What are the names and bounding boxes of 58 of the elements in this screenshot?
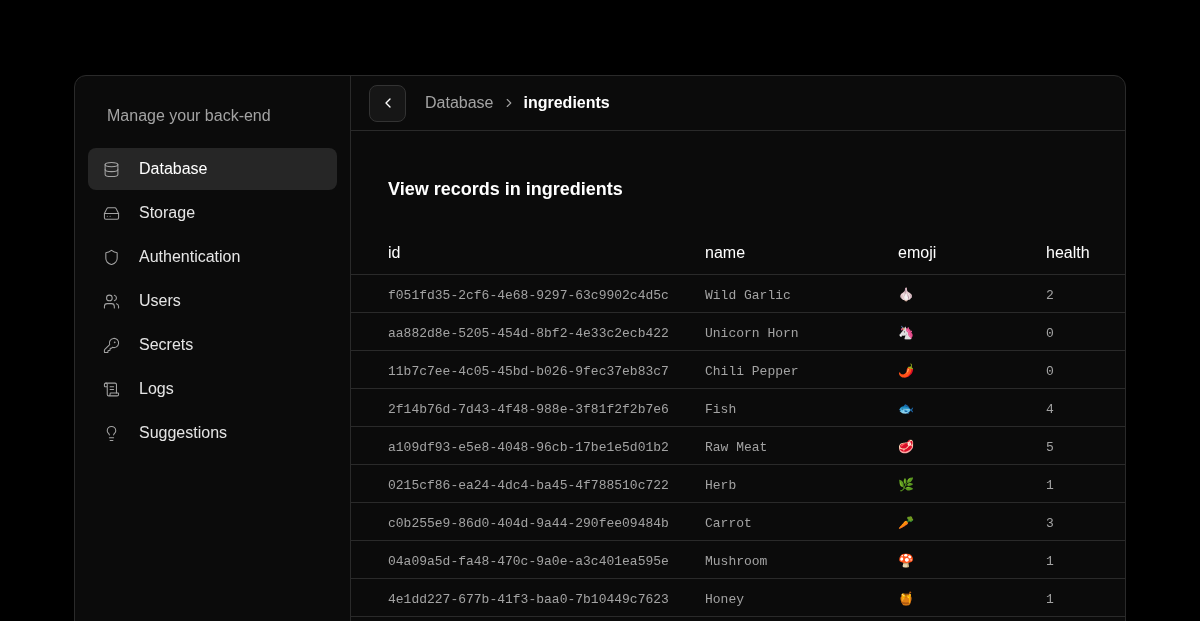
- id-cell: 11b7c7ee-4c05-45bd-b026-9fec37eb83c7: [388, 363, 669, 379]
- name-cell: Herb: [705, 477, 737, 493]
- emoji-cell: 🥕: [898, 514, 914, 530]
- emoji-cell: 🍄: [898, 552, 914, 568]
- id-cell: 0215cf86-ea24-4dc4-ba45-4f788510c722: [388, 477, 669, 493]
- id-cell: c0b255e9-86d0-404d-9a44-290fee09484b: [388, 515, 669, 531]
- emoji-cell: 🧄: [898, 286, 914, 302]
- health-cell: 1: [1046, 591, 1054, 607]
- users-icon: [103, 292, 120, 310]
- emoji-cell: 🌶: [898, 362, 914, 378]
- emoji-cell: 🌿: [898, 476, 914, 492]
- health-cell: 2: [1046, 287, 1054, 303]
- emoji-cell: 🍯: [898, 590, 914, 606]
- health-cell: 4: [1046, 401, 1054, 417]
- name-cell: Honey: [705, 591, 744, 607]
- id-cell: f051fd35-2cf6-4e68-9297-63c9902c4d5c: [388, 287, 669, 303]
- column-header: health: [1046, 244, 1090, 261]
- sidebar-title: Manage your back-end: [106, 106, 272, 126]
- column-header: emoji: [898, 244, 937, 261]
- name-cell: Raw Meat: [705, 439, 768, 455]
- name-cell: Fish: [705, 401, 737, 417]
- id-cell: 04a09a5d-fa48-470c-9a0e-a3c401ea595e: [388, 553, 669, 569]
- emoji-cell: 🦄: [898, 324, 914, 340]
- back-button[interactable]: [369, 84, 406, 122]
- id-cell: a109df93-e5e8-4048-96cb-17be1e5d01b2: [388, 439, 669, 455]
- name-cell: Mushroom: [705, 553, 768, 569]
- health-cell: 0: [1046, 363, 1054, 379]
- name-cell: Unicorn Horn: [705, 325, 799, 341]
- sidebar-item[interactable]: Users: [88, 280, 337, 322]
- health-cell: 0: [1046, 325, 1054, 341]
- sidebar-item[interactable]: Authentication: [88, 236, 337, 278]
- health-cell: 3: [1046, 515, 1054, 531]
- breadcrumb-item: ingredients: [523, 93, 610, 113]
- id-cell: aa882d8e-5205-454d-8bf2-4e33c2ecb422: [388, 325, 669, 341]
- column-header: name: [705, 244, 746, 261]
- hard-drive-icon: [103, 204, 120, 222]
- sidebar-item[interactable]: Database: [88, 148, 337, 190]
- health-cell: 1: [1046, 477, 1054, 493]
- sidebar-item[interactable]: Suggestions: [88, 412, 337, 454]
- database-icon: [103, 160, 120, 178]
- emoji-cell: 🥩: [898, 438, 914, 454]
- id-cell: 2f14b76d-7d43-4f48-988e-3f81f2f2b7e6: [388, 401, 669, 417]
- sidebar-item[interactable]: Storage: [88, 192, 337, 234]
- emoji-cell: 🐟: [898, 400, 914, 416]
- name-cell: Wild Garlic: [705, 287, 791, 303]
- sidebar-item[interactable]: Logs: [88, 368, 337, 410]
- column-header: id: [388, 244, 401, 261]
- name-cell: Chili Pepper: [705, 363, 799, 379]
- health-cell: 1: [1046, 553, 1054, 569]
- id-cell: 4e1dd227-677b-41f3-baa0-7b10449c7623: [388, 591, 669, 607]
- breadcrumb-item[interactable]: Database: [425, 91, 494, 115]
- key-icon: [103, 336, 120, 354]
- shield-icon: [103, 248, 120, 266]
- page-heading: View records in ingredients: [387, 178, 624, 201]
- health-cell: 5: [1046, 439, 1054, 455]
- sidebar-item[interactable]: Secrets: [88, 324, 337, 366]
- name-cell: Carrot: [705, 515, 752, 531]
- scroll-icon: [103, 380, 120, 398]
